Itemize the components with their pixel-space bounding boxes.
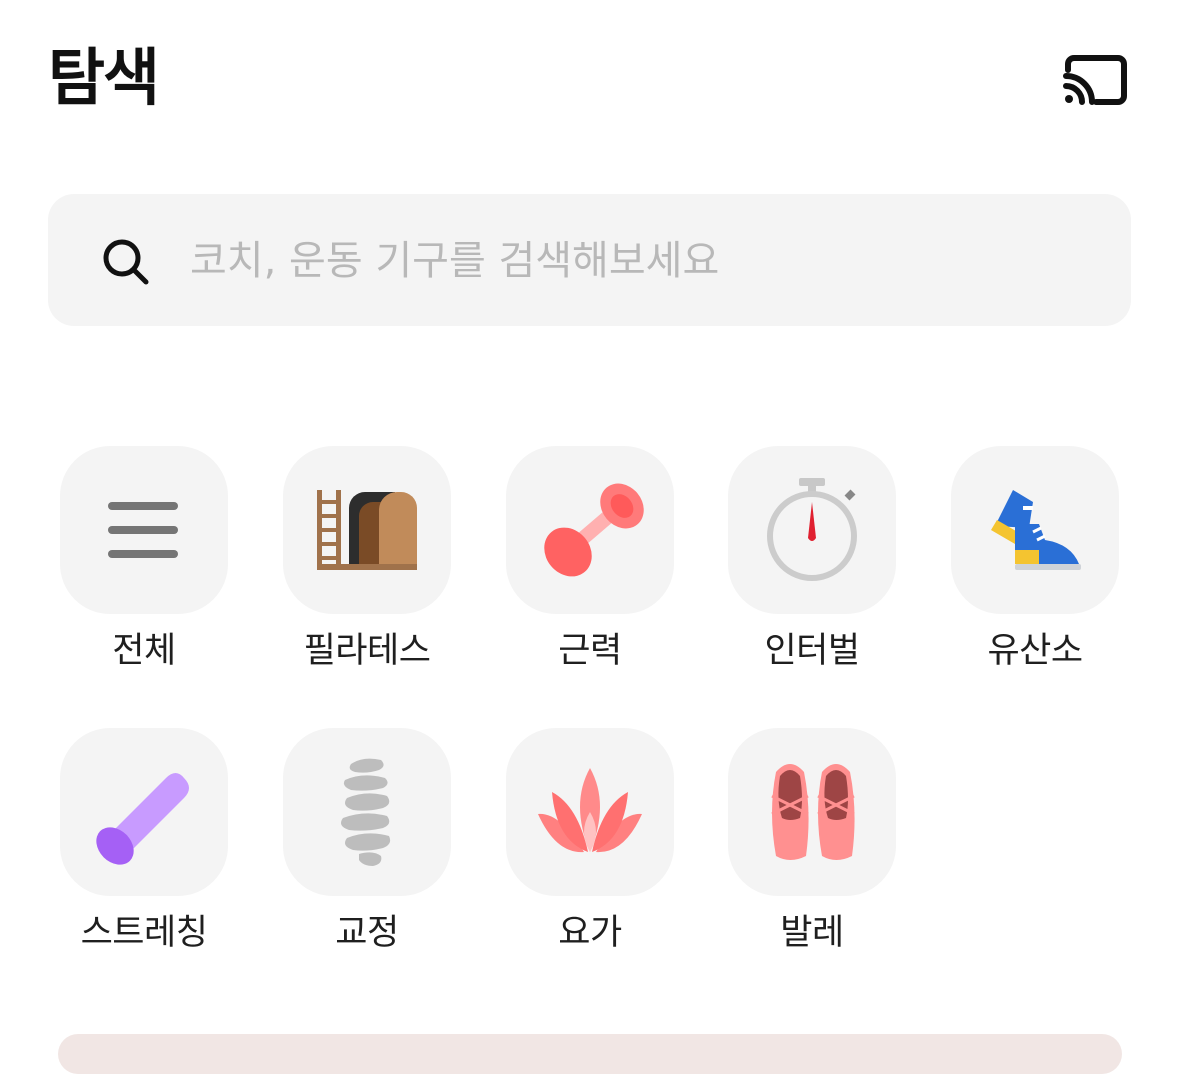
ballet-shoes-icon — [771, 764, 855, 860]
category-label: 교정 — [335, 913, 399, 953]
header: 탐색 — [0, 0, 1179, 140]
search-icon — [100, 236, 152, 288]
category-tile — [728, 728, 896, 896]
page-title: 탐색 — [48, 41, 160, 114]
category-tile — [506, 446, 674, 614]
category-all[interactable]: 전체 — [32, 446, 256, 686]
category-label: 전체 — [112, 631, 176, 671]
category-strength[interactable]: 근력 — [478, 446, 702, 686]
category-label: 발레 — [780, 913, 844, 953]
category-tile — [60, 728, 228, 896]
category-tile — [60, 446, 228, 614]
pilates-reformer-icon — [317, 490, 417, 570]
search-input[interactable] — [190, 226, 1070, 296]
category-tile — [283, 728, 451, 896]
category-label: 근력 — [558, 631, 622, 671]
cast-button[interactable] — [1060, 54, 1128, 108]
category-interval[interactable]: 인터벌 — [700, 446, 924, 686]
category-stretching[interactable]: 스트레칭 — [32, 728, 256, 968]
foam-roller-icon — [96, 773, 189, 865]
category-ballet[interactable]: 발레 — [700, 728, 924, 968]
category-label: 스트레칭 — [80, 913, 208, 953]
cast-icon — [1063, 55, 1127, 105]
menu-icon — [108, 502, 178, 558]
category-pilates[interactable]: 필라테스 — [255, 446, 479, 686]
banner-card[interactable] — [58, 1034, 1122, 1074]
category-label: 유산소 — [987, 631, 1083, 671]
lotus-icon — [538, 768, 642, 853]
category-correction[interactable]: 교정 — [255, 728, 479, 968]
category-label: 필라테스 — [303, 631, 431, 671]
stopwatch-icon — [767, 478, 857, 581]
dumbbell-icon — [544, 483, 644, 577]
category-cardio[interactable]: 유산소 — [923, 446, 1147, 686]
category-tile — [506, 728, 674, 896]
sneakers-icon — [991, 490, 1081, 570]
category-yoga[interactable]: 요가 — [478, 728, 702, 968]
category-label: 인터벌 — [764, 631, 860, 671]
category-tile — [951, 446, 1119, 614]
spine-icon — [341, 758, 391, 866]
category-tile — [728, 446, 896, 614]
category-tile — [283, 446, 451, 614]
category-label: 요가 — [558, 913, 622, 953]
